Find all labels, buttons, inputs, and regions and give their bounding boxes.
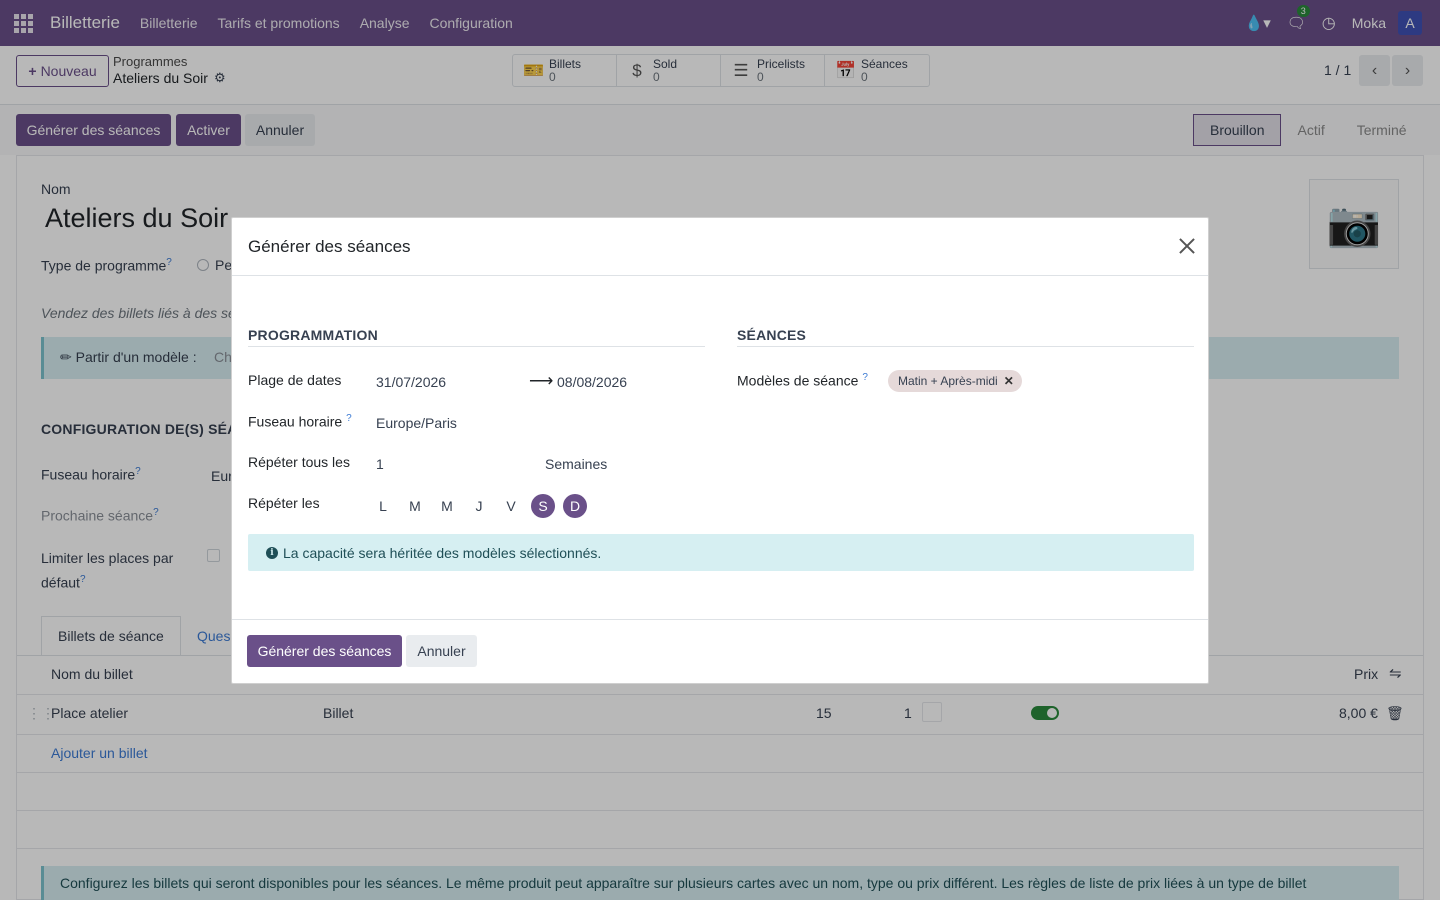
template-tag-label: Matin + Après-midi — [898, 374, 998, 388]
timezone-select[interactable]: Europe/Paris — [376, 415, 457, 431]
dialog-header: Générer des séances — [232, 218, 1208, 276]
close-icon[interactable] — [1176, 235, 1198, 257]
session-templates-label: Modèles de séance ? — [737, 372, 868, 389]
capacity-info-text: La capacité sera héritée des modèles sél… — [283, 544, 602, 561]
day-toggle-friday[interactable]: V — [499, 494, 523, 518]
day-toggle-wednesday[interactable]: M — [435, 494, 459, 518]
remove-tag-icon[interactable]: ✕ — [1004, 374, 1014, 388]
timezone-label: Fuseau horaire ? — [248, 413, 352, 430]
template-tag[interactable]: Matin + Après-midi ✕ — [888, 370, 1022, 392]
repeat-every-input[interactable]: 1 — [376, 456, 384, 472]
info-icon: i — [266, 546, 278, 559]
divider — [737, 346, 1194, 347]
date-range-label: Plage de dates — [248, 372, 342, 388]
divider — [248, 346, 705, 347]
dialog-title: Générer des séances — [248, 237, 411, 256]
sessions-section-title: SÉANCES — [737, 327, 807, 343]
repeat-on-label: Répéter les — [248, 495, 320, 511]
date-start-input[interactable]: 31/07/2026 — [376, 374, 446, 390]
day-toggle-monday[interactable]: L — [371, 494, 395, 518]
arrow-right-icon: ⟶ — [529, 371, 554, 390]
generate-sessions-dialog: Générer des séances PROGRAMMATION SÉANCE… — [231, 217, 1209, 684]
dialog-footer: Générer des séances Annuler — [232, 619, 1208, 683]
day-toggle-tuesday[interactable]: M — [403, 494, 427, 518]
day-toggle-sunday[interactable]: D — [563, 494, 587, 518]
repeat-every-label: Répéter tous les — [248, 454, 350, 470]
repeat-unit-select[interactable]: Semaines — [545, 456, 607, 472]
dialog-generate-button[interactable]: Générer des séances — [247, 635, 402, 667]
day-toggle-saturday[interactable]: S — [531, 494, 555, 518]
day-toggle-thursday[interactable]: J — [467, 494, 491, 518]
date-end-input[interactable]: 08/08/2026 — [557, 374, 627, 390]
scheduling-section-title: PROGRAMMATION — [248, 327, 378, 343]
dialog-cancel-button[interactable]: Annuler — [406, 635, 477, 667]
capacity-info-alert: i La capacité sera héritée des modèles s… — [248, 534, 1194, 571]
